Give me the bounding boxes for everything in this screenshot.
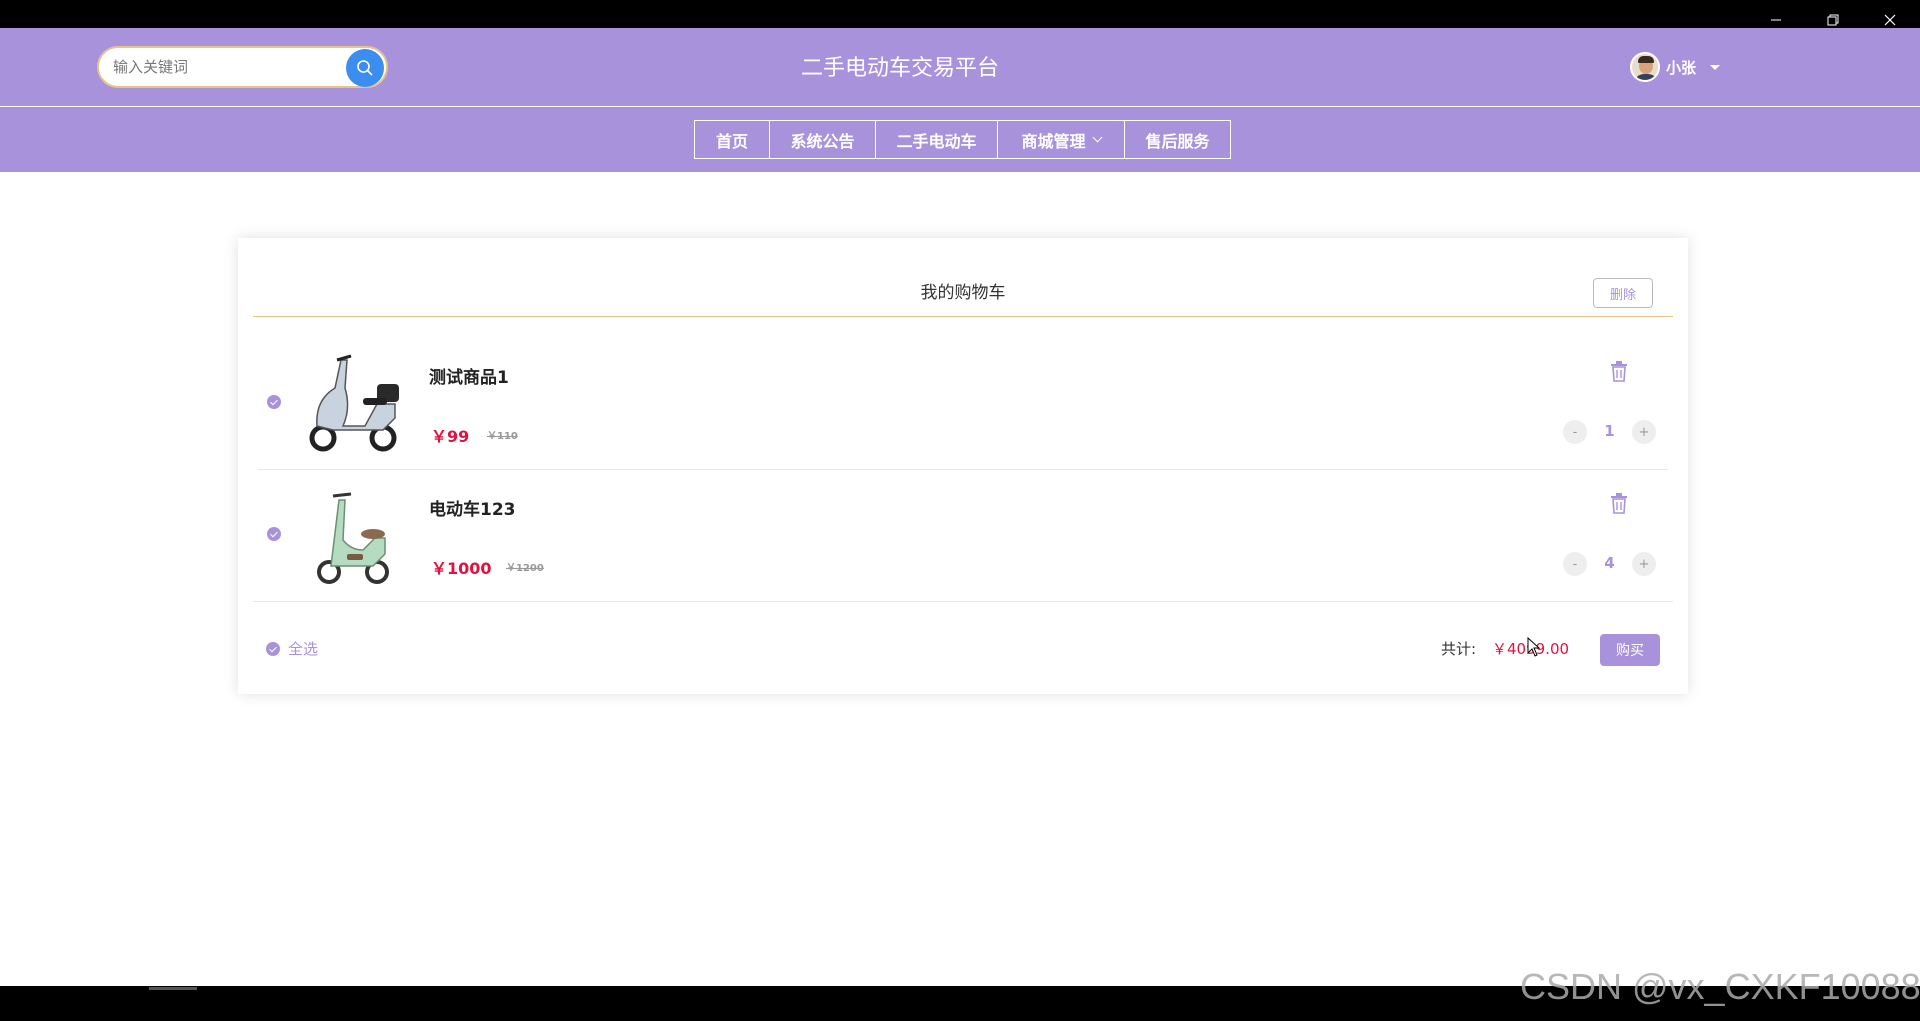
nav-item-label: 系统公告 (790, 131, 855, 151)
nav-item-mall-management[interactable]: 商城管理 (997, 120, 1125, 159)
product-original-price: ￥110 (487, 431, 518, 442)
taskbar-indicator (149, 987, 197, 990)
search-button[interactable] (346, 49, 384, 87)
avatar (1630, 52, 1660, 82)
product-image-ebike (317, 492, 389, 584)
search-box (97, 46, 388, 88)
item-checkbox[interactable] (267, 395, 281, 409)
quantity-decrease-button[interactable]: - (1563, 552, 1587, 576)
nav-item-ebikes[interactable]: 二手电动车 (875, 120, 998, 159)
product-price: ￥99 (431, 427, 470, 446)
site-title: 二手电动车交易平台 (800, 56, 999, 81)
check-icon (266, 642, 280, 656)
total-label: 共计: (1441, 640, 1477, 658)
delete-button[interactable]: 删除 (1593, 278, 1653, 308)
product-name[interactable]: 测试商品1 (429, 363, 509, 388)
nav-item-label: 首页 (715, 131, 748, 151)
cart-item: 电动车123 ￥1000 ￥1200 - 4 + (253, 470, 1673, 602)
select-all-checkbox[interactable] (266, 642, 280, 656)
nav-item-home[interactable]: 首页 (694, 120, 770, 159)
chevron-down-icon (1092, 132, 1102, 142)
quantity-increase-button[interactable]: + (1632, 420, 1656, 444)
cart-title: 我的购物车 (920, 283, 1006, 303)
select-all-label[interactable]: 全选 (288, 638, 318, 659)
product-price: ￥1000 (431, 559, 492, 578)
product-image-scooter (309, 354, 399, 452)
trash-icon[interactable] (1609, 360, 1629, 382)
watermark: CSDN @vx_CXKF10088 (1520, 966, 1920, 1007)
main-nav: 首页 系统公告 二手电动车 商城管理 售后服务 (694, 120, 1231, 159)
caret-down-icon (1710, 64, 1721, 70)
nav-item-label: 二手电动车 (896, 131, 977, 151)
site-header: 二手电动车交易平台 小张 (0, 28, 1920, 106)
user-menu[interactable]: 小张 (1630, 52, 1721, 82)
divider (253, 316, 1673, 317)
search-icon (357, 60, 373, 76)
quantity-value[interactable]: 1 (1587, 422, 1632, 440)
divider (253, 601, 1673, 602)
cart-card: 我的购物车 删除 测试商品1 ￥99 ￥110 - 1 + 电动车123 ￥10… (238, 238, 1688, 694)
search-input[interactable] (113, 56, 333, 78)
mouse-cursor-icon (1527, 637, 1541, 657)
quantity-value[interactable]: 4 (1587, 554, 1632, 572)
nav-item-announcements[interactable]: 系统公告 (769, 120, 876, 159)
product-original-price: ￥1200 (506, 563, 544, 574)
cart-item: 测试商品1 ￥99 ￥110 - 1 + (253, 338, 1673, 470)
window-titlebar (0, 0, 1920, 28)
product-name[interactable]: 电动车123 (429, 495, 516, 520)
quantity-increase-button[interactable]: + (1632, 552, 1656, 576)
trash-icon[interactable] (1609, 492, 1629, 514)
nav-item-label: 商城管理 (1021, 131, 1086, 151)
nav-item-label: 售后服务 (1145, 131, 1210, 151)
item-checkbox[interactable] (267, 527, 281, 541)
nav-item-after-sales[interactable]: 售后服务 (1124, 120, 1231, 159)
quantity-decrease-button[interactable]: - (1563, 420, 1587, 444)
nav-bar: 首页 系统公告 二手电动车 商城管理 售后服务 (0, 107, 1920, 172)
username: 小张 (1666, 58, 1697, 77)
buy-button[interactable]: 购买 (1600, 634, 1660, 666)
